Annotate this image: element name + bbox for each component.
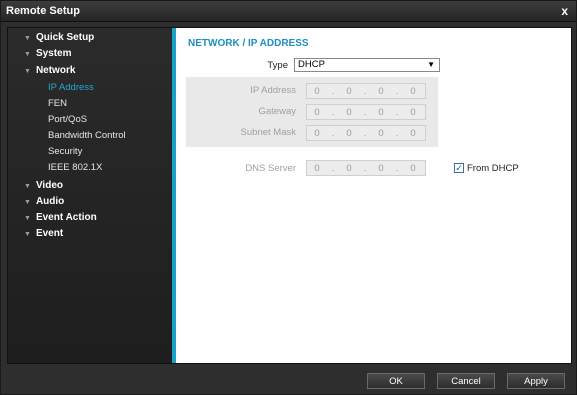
ip-octet: 0	[410, 162, 416, 174]
sidebar-item-label: Event	[35, 228, 64, 239]
sidebar-item-label: Network	[35, 65, 76, 76]
sidebar-item-label: Video	[35, 180, 63, 191]
expand-arrow-icon: ▼	[24, 183, 31, 190]
sidebar-item-event-action[interactable]: ▼ Event Action	[24, 212, 97, 223]
collapse-arrow-icon: ▼	[24, 68, 31, 75]
ip-octet: 0	[314, 106, 320, 118]
ip-dot: .	[395, 162, 399, 174]
ip-octet: 0	[378, 106, 384, 118]
ip-dot: .	[331, 162, 335, 174]
ip-octet: 0	[378, 162, 384, 174]
sidebar-item-label: Event Action	[35, 212, 97, 223]
sidebar-item-label: Audio	[35, 196, 65, 207]
gateway-field[interactable]: 0. 0. 0. 0	[306, 104, 426, 120]
ip-dot: .	[331, 106, 335, 118]
sidebar-item-event[interactable]: ▼ Event	[24, 228, 63, 239]
expand-arrow-icon: ▼	[24, 199, 31, 206]
close-button[interactable]: x	[561, 4, 568, 18]
ip-octet: 0	[378, 85, 384, 97]
ip-octet: 0	[378, 127, 384, 139]
type-select-value: DHCP	[298, 59, 325, 70]
ok-button[interactable]: OK	[367, 373, 425, 389]
expand-arrow-icon: ▼	[24, 51, 31, 58]
ip-dot: .	[363, 106, 367, 118]
ip-dot: .	[363, 127, 367, 139]
ip-octet: 0	[314, 85, 320, 97]
checkmark-icon: ✓	[455, 163, 463, 173]
sidebar-item-system[interactable]: ▼ System	[24, 48, 72, 59]
sidebar-item-video[interactable]: ▼ Video	[24, 180, 63, 191]
ip-octet: 0	[346, 106, 352, 118]
apply-button[interactable]: Apply	[507, 373, 565, 389]
sidebar-item-quick-setup[interactable]: ▼ Quick Setup	[24, 32, 94, 43]
chevron-down-icon: ▼	[427, 60, 435, 69]
subnet-mask-field[interactable]: 0. 0. 0. 0	[306, 125, 426, 141]
sidebar-subitem-port-qos[interactable]: Port/QoS	[48, 114, 87, 125]
ip-dot: .	[395, 127, 399, 139]
type-label: Type	[267, 60, 288, 71]
sidebar-subitem-ieee-8021x[interactable]: IEEE 802.1X	[48, 162, 102, 173]
sidebar-item-label: Quick Setup	[35, 32, 95, 43]
expand-arrow-icon: ▼	[24, 215, 31, 222]
ip-address-label: IP Address	[250, 85, 296, 96]
title-bar: Remote Setup x	[1, 1, 576, 22]
sidebar-subitem-ip-address[interactable]: IP Address	[48, 82, 94, 93]
subnet-mask-label: Subnet Mask	[240, 127, 296, 138]
dns-server-label: DNS Server	[245, 163, 296, 174]
ip-settings-group: IP Address 0. 0. 0. 0 Gateway 0. 0. 0. 0…	[186, 77, 438, 147]
sidebar-subitem-bandwidth-control[interactable]: Bandwidth Control	[48, 130, 126, 141]
sidebar-subitem-security[interactable]: Security	[48, 146, 82, 157]
sidebar-item-label: System	[35, 48, 72, 59]
from-dhcp-checkbox[interactable]: ✓	[454, 163, 464, 173]
sidebar-item-audio[interactable]: ▼ Audio	[24, 196, 64, 207]
ip-octet: 0	[314, 162, 320, 174]
sidebar-item-network[interactable]: ▼ Network	[24, 65, 75, 76]
window-title: Remote Setup	[6, 5, 80, 17]
expand-arrow-icon: ▼	[24, 35, 31, 42]
ip-dot: .	[363, 85, 367, 97]
main-panel: ▼ Quick Setup ▼ System ▼ Network IP Address…	[7, 27, 572, 364]
expand-arrow-icon: ▼	[24, 231, 31, 238]
cancel-button[interactable]: Cancel	[437, 373, 495, 389]
settings-content: NETWORK / IP ADDRESS Type DHCP ▼ IP Addr…	[176, 28, 571, 363]
gateway-label: Gateway	[258, 106, 297, 117]
section-title: NETWORK / IP ADDRESS	[188, 38, 309, 49]
dns-server-field[interactable]: 0. 0. 0. 0	[306, 160, 426, 176]
ip-address-field[interactable]: 0. 0. 0. 0	[306, 83, 426, 99]
ip-dot: .	[331, 127, 335, 139]
remote-setup-window: Remote Setup x ▼ Quick Setup ▼ System ▼ Net…	[0, 0, 577, 395]
from-dhcp-label: From DHCP	[467, 163, 519, 174]
sidebar-subitem-fen[interactable]: FEN	[48, 98, 67, 109]
ip-octet: 0	[314, 127, 320, 139]
sidebar: ▼ Quick Setup ▼ System ▼ Network IP Address…	[8, 28, 172, 363]
ip-octet: 0	[346, 127, 352, 139]
ip-dot: .	[363, 162, 367, 174]
ip-dot: .	[395, 106, 399, 118]
ip-octet: 0	[346, 85, 352, 97]
ip-octet: 0	[410, 127, 416, 139]
ip-octet: 0	[410, 85, 416, 97]
ip-octet: 0	[410, 106, 416, 118]
type-select[interactable]: DHCP ▼	[294, 58, 440, 72]
ip-octet: 0	[346, 162, 352, 174]
ip-dot: .	[395, 85, 399, 97]
ip-dot: .	[331, 85, 335, 97]
